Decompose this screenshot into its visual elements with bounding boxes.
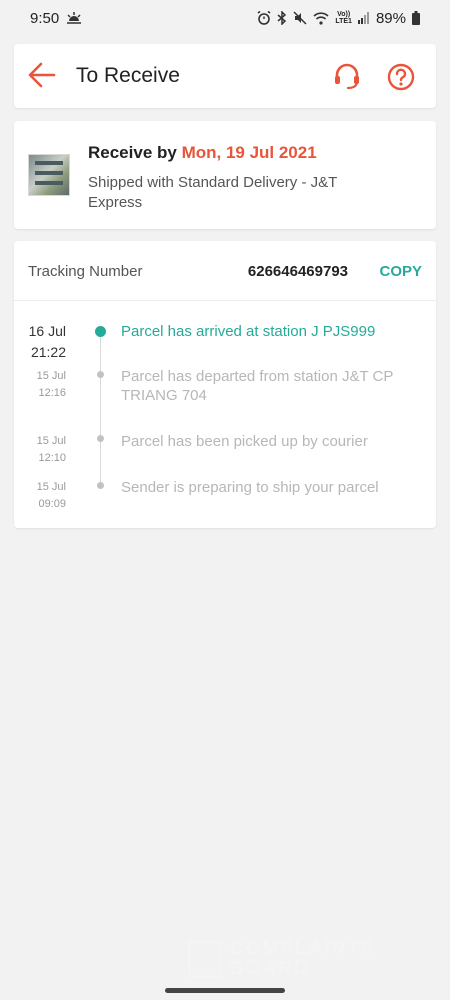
timeline-dot bbox=[97, 482, 104, 489]
wifi-icon bbox=[313, 11, 329, 25]
receive-by-date: Mon, 19 Jul 2021 bbox=[181, 143, 317, 162]
timeline-dot bbox=[97, 371, 104, 378]
timeline-dot bbox=[97, 435, 104, 442]
alarm-icon bbox=[257, 11, 271, 25]
lte-bottom-label: LTE1 bbox=[335, 18, 352, 25]
lte-icon: Vo)) LTE1 bbox=[335, 11, 352, 25]
event-datetime: 16 Jul 21:22 bbox=[14, 321, 66, 363]
tracking-number-row: Tracking Number 626646469793 COPY bbox=[14, 241, 436, 301]
event-date: 15 Jul bbox=[36, 370, 66, 382]
event-datetime: 15 Jul 12:16 bbox=[14, 368, 66, 402]
receive-by-line: Receive by Mon, 19 Jul 2021 bbox=[88, 143, 317, 163]
copy-tracking-button[interactable]: COPY bbox=[379, 263, 422, 280]
header-bar: To Receive bbox=[14, 44, 436, 108]
timeline-dot-active bbox=[95, 326, 106, 337]
delivery-info-card: Receive by Mon, 19 Jul 2021 Shipped with… bbox=[14, 121, 436, 229]
help-icon bbox=[387, 63, 415, 91]
mute-icon bbox=[293, 11, 307, 25]
weather-icon bbox=[67, 12, 82, 24]
event-description: Parcel has departed from station J&T CP … bbox=[121, 368, 394, 404]
event-description: Parcel has been picked up by courier bbox=[121, 433, 368, 450]
event-datetime: 15 Jul 12:10 bbox=[14, 433, 66, 467]
tracking-number-label: Tracking Number bbox=[28, 263, 143, 280]
help-button[interactable] bbox=[387, 63, 415, 91]
event-datetime: 15 Jul 09:09 bbox=[14, 479, 66, 513]
status-time: 9:50 bbox=[30, 9, 60, 27]
event-date: 15 Jul bbox=[36, 481, 66, 493]
back-button[interactable] bbox=[28, 62, 58, 90]
page-title: To Receive bbox=[76, 64, 180, 87]
headset-icon bbox=[335, 63, 359, 90]
tracking-number-value: 626646469793 bbox=[247, 263, 348, 280]
lte-top-label: Vo)) bbox=[337, 11, 351, 18]
event-time: 12:16 bbox=[38, 387, 66, 399]
event-description: Sender is preparing to ship your parcel bbox=[121, 479, 379, 496]
event-date: 16 Jul bbox=[28, 323, 66, 339]
event-time: 21:22 bbox=[30, 344, 66, 360]
event-description: Parcel has arrived at station J PJS999 bbox=[121, 323, 376, 340]
bluetooth-icon bbox=[277, 11, 287, 25]
timeline-connector bbox=[100, 329, 101, 489]
watermark-text-line1: COMPLAINTS bbox=[230, 938, 376, 959]
status-bar: 9:50 Vo)) LTE1 89% bbox=[0, 0, 450, 36]
signal-icon bbox=[357, 12, 370, 24]
back-arrow-icon bbox=[28, 62, 56, 88]
home-indicator[interactable] bbox=[165, 988, 285, 993]
watermark-mark bbox=[188, 940, 222, 978]
shipping-method-text: Shipped with Standard Delivery - J&T Exp… bbox=[88, 174, 338, 211]
battery-icon bbox=[412, 11, 420, 25]
product-thumbnail[interactable] bbox=[28, 154, 70, 196]
tracking-card: Tracking Number 626646469793 COPY 16 Jul… bbox=[14, 241, 436, 528]
event-time: 12:10 bbox=[38, 452, 66, 464]
battery-percent: 89% bbox=[375, 9, 406, 27]
receive-by-label: Receive by bbox=[88, 143, 182, 162]
event-time: 09:09 bbox=[38, 498, 66, 510]
customer-support-button[interactable] bbox=[332, 61, 362, 91]
watermark-text-line2: BOARD bbox=[230, 958, 310, 979]
watermark-logo: COMPLAINTS BOARD bbox=[188, 936, 408, 984]
event-date: 15 Jul bbox=[36, 435, 66, 447]
